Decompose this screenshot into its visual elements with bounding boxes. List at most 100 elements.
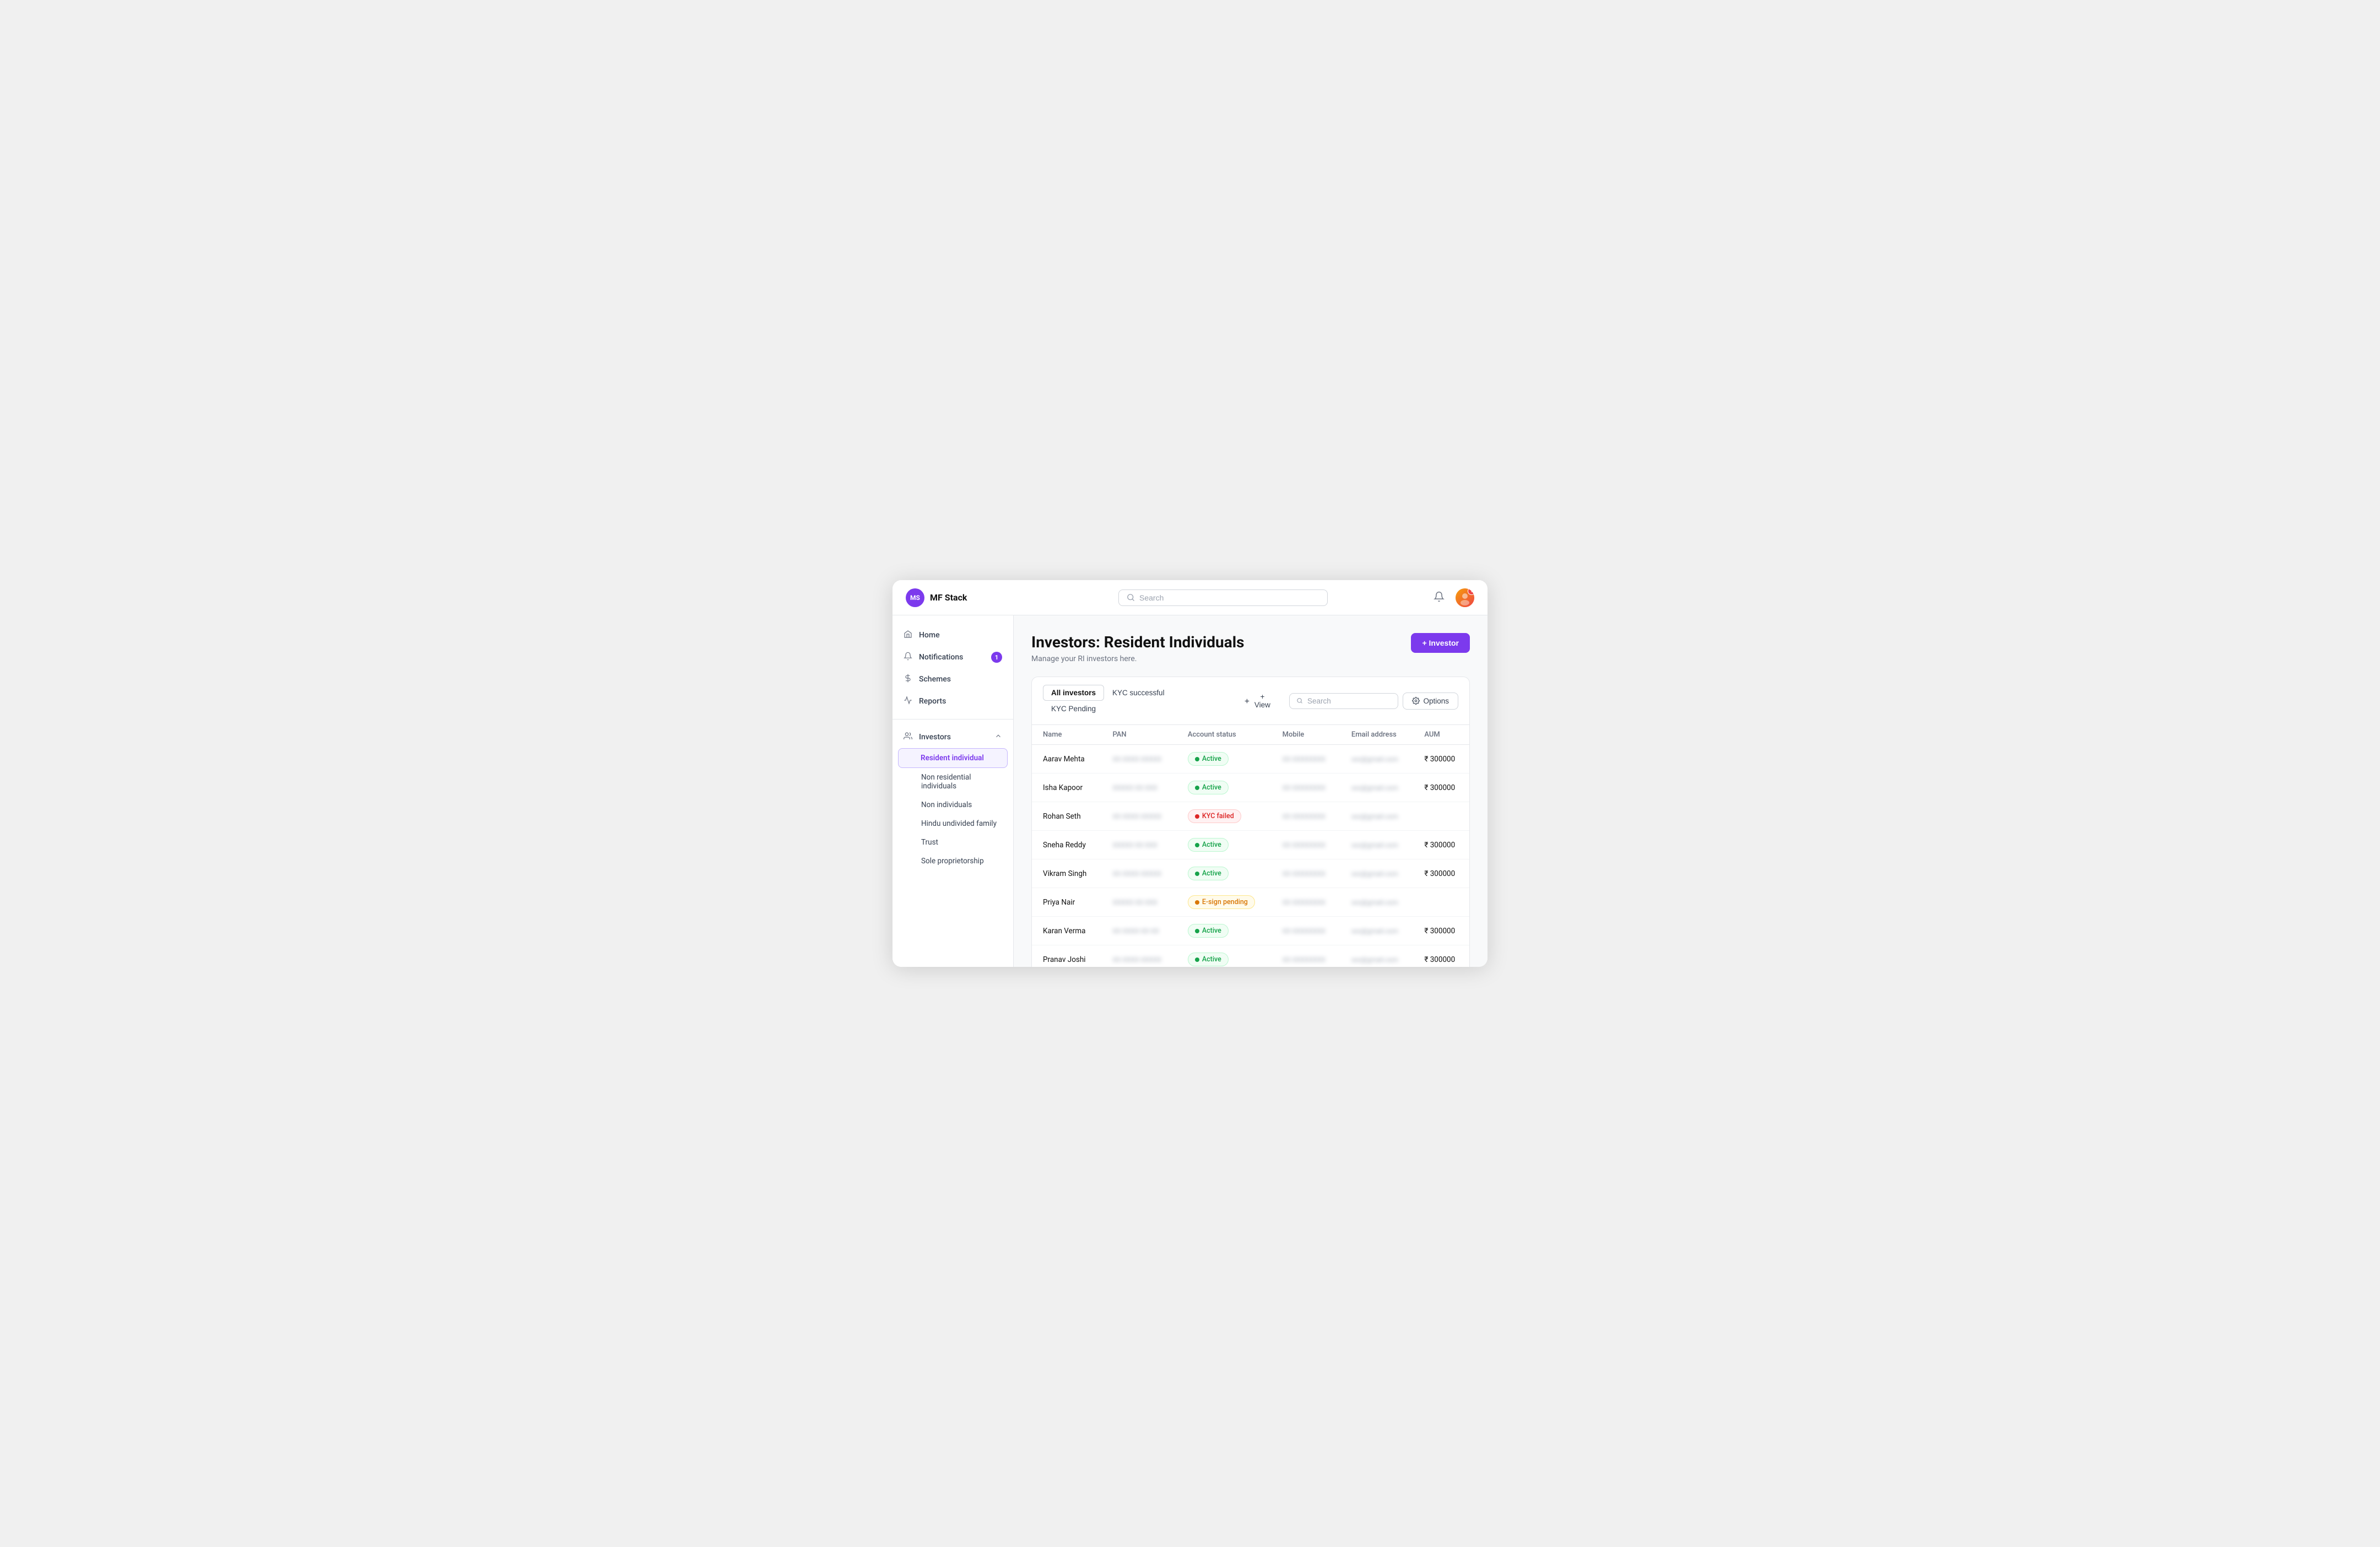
- table-search-input[interactable]: [1307, 697, 1391, 705]
- status-label: Active: [1202, 783, 1221, 792]
- status-dot: [1195, 757, 1199, 761]
- investor-aum: [1413, 888, 1469, 917]
- sidebar-item-reports[interactable]: Reports: [892, 690, 1013, 712]
- investor-pan: XX XXXX XXXXX: [1101, 802, 1176, 831]
- investor-name: Aarav Mehta: [1032, 745, 1101, 774]
- investor-mobile: XX XXXXXXXX: [1272, 831, 1340, 859]
- add-investor-button[interactable]: + Investor: [1411, 633, 1470, 653]
- schemes-icon: [904, 674, 912, 685]
- gear-icon: [1412, 697, 1420, 705]
- investor-email: xxx@gmail.com: [1340, 859, 1414, 888]
- investor-status: Active: [1177, 745, 1272, 774]
- status-label: KYC failed: [1202, 812, 1234, 820]
- view-button[interactable]: + View: [1237, 689, 1280, 712]
- status-dot: [1195, 814, 1199, 819]
- page-title: Investors: Resident Individuals: [1031, 633, 1245, 651]
- investor-aum: ₹ 300000: [1413, 774, 1469, 802]
- page-subtitle: Manage your RI investors here.: [1031, 654, 1245, 663]
- home-icon: [904, 630, 912, 641]
- investor-mobile: XX XXXXXXXX: [1272, 888, 1340, 917]
- chevron-up-icon: [994, 732, 1002, 742]
- investor-name: Priya Nair: [1032, 888, 1101, 917]
- investor-email: xxx@gmail.com: [1340, 774, 1414, 802]
- investor-email: xxx@gmail.com: [1340, 945, 1414, 967]
- table-row[interactable]: Rohan SethXX XXXX XXXXXKYC failedXX XXXX…: [1032, 802, 1469, 831]
- sidebar-divider: [892, 719, 1013, 720]
- plus-icon: [1243, 697, 1251, 705]
- investors-label: Investors: [919, 733, 951, 742]
- investor-name: Karan Verma: [1032, 917, 1101, 945]
- table-row[interactable]: Karan VermaXX XXXX XX XX Active XX XXXXXXX…: [1032, 917, 1469, 945]
- investor-status: KYC failed: [1177, 802, 1272, 831]
- user-avatar[interactable]: 1: [1456, 588, 1474, 607]
- table-row[interactable]: Pranav JoshiXX XXXX XXXXXActiveXX XXXXXX…: [1032, 945, 1469, 967]
- sidebar-item-schemes[interactable]: Schemes: [892, 668, 1013, 690]
- investor-name: Isha Kapoor: [1032, 774, 1101, 802]
- tab-button[interactable]: All investors: [1043, 685, 1104, 701]
- investor-mobile: XX XXXXXXXX: [1272, 745, 1340, 774]
- investor-aum: [1413, 802, 1469, 831]
- investor-name: Vikram Singh: [1032, 859, 1101, 888]
- status-dot: [1195, 929, 1199, 933]
- sidebar-sub-item[interactable]: Sole proprietorship: [892, 852, 1013, 870]
- reports-icon: [904, 696, 912, 707]
- reports-label: Reports: [919, 697, 946, 706]
- investor-status: Active: [1177, 831, 1272, 859]
- investor-mobile: XX XXXXXXXX: [1272, 917, 1340, 945]
- status-dot: [1195, 900, 1199, 905]
- table-row[interactable]: Sneha ReddyXXXXX XX XXXActiveXX XXXXXXXX…: [1032, 831, 1469, 859]
- table-column-header: PAN: [1101, 725, 1176, 745]
- investors-icon: [904, 732, 912, 743]
- sidebar-item-investors[interactable]: Investors: [892, 726, 1013, 748]
- notifications-button[interactable]: [1431, 589, 1447, 606]
- table-search-wrap: [1289, 693, 1399, 709]
- app-logo: MS: [906, 588, 924, 607]
- status-label: Active: [1202, 927, 1221, 935]
- sidebar-sub-item[interactable]: Non residential individuals: [892, 768, 1013, 796]
- investor-status: Active: [1177, 945, 1272, 967]
- investor-pan: XX XXXX XXXXX: [1101, 945, 1176, 967]
- status-dot: [1195, 786, 1199, 790]
- investor-pan: XX XXXX XXXXX: [1101, 745, 1176, 774]
- investor-status: Active: [1177, 859, 1272, 888]
- options-label: Options: [1423, 697, 1449, 705]
- home-label: Home: [919, 631, 940, 640]
- bell-icon-sidebar: [904, 652, 912, 663]
- sidebar-sub-item[interactable]: Hindu undivided family: [892, 814, 1013, 833]
- status-label: Active: [1202, 955, 1221, 964]
- table-row[interactable]: Isha KapoorXXXXX XX XXXActiveXX XXXXXXXX…: [1032, 774, 1469, 802]
- table-column-header: Email address: [1340, 725, 1414, 745]
- sidebar-item-notifications[interactable]: Notifications 1: [892, 646, 1013, 668]
- sidebar-sub-item[interactable]: Non individuals: [892, 796, 1013, 814]
- schemes-label: Schemes: [919, 675, 951, 684]
- status-label: Active: [1202, 841, 1221, 849]
- status-label: Active: [1202, 755, 1221, 763]
- investor-pan: XXXXX XX XXX: [1101, 888, 1176, 917]
- tab-button[interactable]: KYC successful: [1104, 685, 1173, 701]
- investor-email: xxx@gmail.com: [1340, 917, 1414, 945]
- header-search-input[interactable]: [1139, 593, 1319, 602]
- table-row[interactable]: Aarav MehtaXX XXXX XXXXX Active XX XXXXXXX…: [1032, 745, 1469, 774]
- investors-table: NamePANAccount statusMobileEmail address…: [1032, 725, 1469, 967]
- investor-mobile: XX XXXXXXXX: [1272, 945, 1340, 967]
- investor-email: xxx@gmail.com: [1340, 745, 1414, 774]
- investor-pan: XXXXX XX XXX: [1101, 831, 1176, 859]
- tab-button[interactable]: KYC Pending: [1043, 701, 1104, 717]
- options-button[interactable]: Options: [1403, 693, 1458, 710]
- status-label: E-sign pending: [1202, 898, 1248, 906]
- sidebar-sub-item[interactable]: Resident individual: [898, 748, 1008, 768]
- table-column-header: Mobile: [1272, 725, 1340, 745]
- investor-name: Rohan Seth: [1032, 802, 1101, 831]
- investor-pan: XX XXXX XX XX: [1101, 917, 1176, 945]
- investor-aum: ₹ 300000: [1413, 831, 1469, 859]
- investor-pan: XX XXXX XXXXX: [1101, 859, 1176, 888]
- sidebar-item-home[interactable]: Home: [892, 624, 1013, 646]
- investor-aum: ₹ 300000: [1413, 859, 1469, 888]
- sidebar-sub-item[interactable]: Trust: [892, 833, 1013, 852]
- table-row[interactable]: Vikram SinghXX XXXX XXXXXActiveXX XXXXXX…: [1032, 859, 1469, 888]
- investor-email: xxx@gmail.com: [1340, 888, 1414, 917]
- table-column-header: Name: [1032, 725, 1101, 745]
- table-row[interactable]: Priya NairXXXXX XX XXX E-sign pending XX X…: [1032, 888, 1469, 917]
- investor-aum: ₹ 300000: [1413, 917, 1469, 945]
- investor-status: Active: [1177, 774, 1272, 802]
